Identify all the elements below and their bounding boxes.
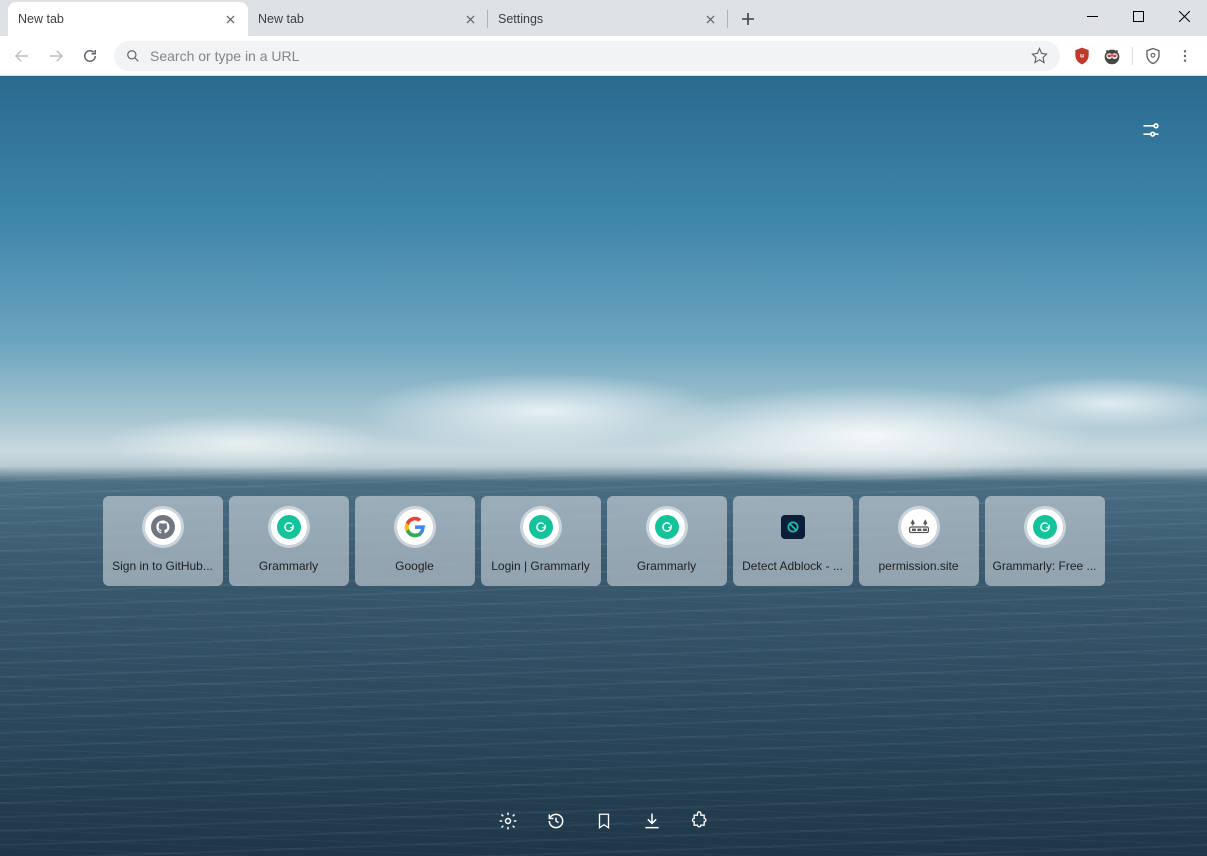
grammarly-icon <box>649 509 685 545</box>
extension-privacy-badger-icon[interactable] <box>1098 42 1126 70</box>
omnibox[interactable] <box>114 41 1060 71</box>
tab[interactable]: Settings <box>488 2 728 36</box>
reload-button[interactable] <box>74 40 106 72</box>
close-icon[interactable] <box>222 11 238 27</box>
tile-label: Grammarly <box>615 559 719 573</box>
tab-strip: New tab New tab Settings <box>0 0 1207 36</box>
tile-label: permission.site <box>867 559 971 573</box>
tile-grammarly-free[interactable]: Grammarly: Free ... <box>985 496 1105 586</box>
new-tab-button[interactable] <box>734 5 762 33</box>
tab-title: Settings <box>498 12 702 26</box>
toolbar: u <box>0 36 1207 76</box>
history-icon[interactable] <box>545 810 567 832</box>
maximize-button[interactable] <box>1115 0 1161 32</box>
settings-icon[interactable] <box>497 810 519 832</box>
tile-detect-adblock[interactable]: Detect Adblock - ... <box>733 496 853 586</box>
tile-label: Google <box>363 559 467 573</box>
extension-shield-icon[interactable] <box>1139 42 1167 70</box>
tile-github[interactable]: Sign in to GitHub... <box>103 496 223 586</box>
extension-ublock-icon[interactable]: u <box>1068 42 1096 70</box>
extensions-icon[interactable] <box>689 810 711 832</box>
search-icon <box>126 49 140 63</box>
bottom-toolbar <box>497 810 711 832</box>
tab-title: New tab <box>258 12 462 26</box>
tile-grammarly-login[interactable]: Login | Grammarly <box>481 496 601 586</box>
google-icon <box>397 509 433 545</box>
downloads-icon[interactable] <box>641 810 663 832</box>
tab[interactable]: New tab <box>8 2 248 36</box>
adblock-icon <box>775 509 811 545</box>
background-clouds <box>0 341 1207 497</box>
tile-google[interactable]: Google <box>355 496 475 586</box>
tile-label: Detect Adblock - ... <box>741 559 845 573</box>
grammarly-icon <box>523 509 559 545</box>
tile-label: Login | Grammarly <box>489 559 593 573</box>
star-icon[interactable] <box>1031 47 1048 64</box>
tile-label: Sign in to GitHub... <box>111 559 215 573</box>
minimize-button[interactable] <box>1069 0 1115 32</box>
permission-icon <box>901 509 937 545</box>
svg-text:u: u <box>1080 52 1084 59</box>
forward-button[interactable] <box>40 40 72 72</box>
menu-button[interactable] <box>1169 40 1201 72</box>
tab[interactable]: New tab <box>248 2 488 36</box>
customize-button[interactable] <box>1135 114 1167 146</box>
close-window-button[interactable] <box>1161 0 1207 32</box>
grammarly-icon <box>1027 509 1063 545</box>
tile-label: Grammarly: Free ... <box>993 559 1097 573</box>
separator <box>1132 47 1133 65</box>
back-button[interactable] <box>6 40 38 72</box>
window-controls <box>1069 0 1207 36</box>
tile-label: Grammarly <box>237 559 341 573</box>
close-icon[interactable] <box>702 11 718 27</box>
most-visited-tiles: Sign in to GitHub... Grammarly Google Lo… <box>103 496 1105 586</box>
tile-permission-site[interactable]: permission.site <box>859 496 979 586</box>
close-icon[interactable] <box>462 11 478 27</box>
tile-grammarly[interactable]: Grammarly <box>229 496 349 586</box>
omnibox-input[interactable] <box>150 48 1021 64</box>
github-icon <box>145 509 181 545</box>
tile-grammarly-2[interactable]: Grammarly <box>607 496 727 586</box>
grammarly-icon <box>271 509 307 545</box>
new-tab-page: Sign in to GitHub... Grammarly Google Lo… <box>0 76 1207 856</box>
tab-title: New tab <box>18 12 222 26</box>
bookmarks-icon[interactable] <box>593 810 615 832</box>
